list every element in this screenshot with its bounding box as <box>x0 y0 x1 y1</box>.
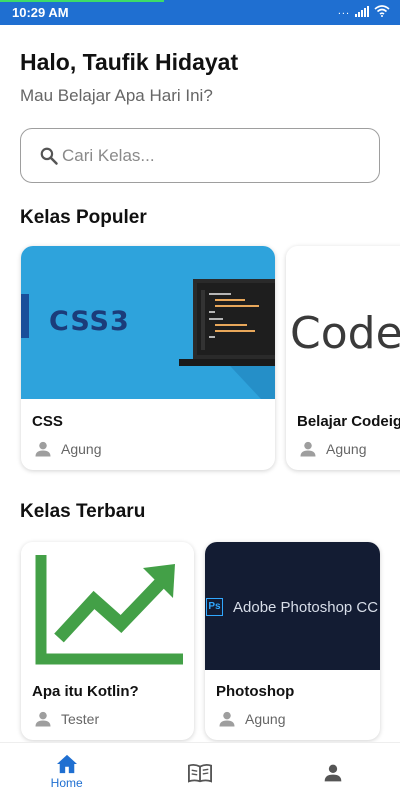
home-icon <box>56 754 77 774</box>
course-card-css[interactable]: CSS3 CSS Agung <box>21 246 275 470</box>
course-author: Agung <box>218 710 285 728</box>
nav-item-classes[interactable] <box>133 743 266 800</box>
growth-chart-icon <box>35 555 183 665</box>
course-author-name: Tester <box>61 711 100 727</box>
course-title: CSS <box>32 413 63 430</box>
search-box[interactable] <box>20 128 380 183</box>
person-icon <box>300 441 316 457</box>
loading-indicator <box>0 0 164 2</box>
greeting-title: Halo, Taufik Hidayat <box>20 49 239 75</box>
course-thumbnail-text: Adobe Photoshop CC <box>233 599 379 616</box>
section-title-newest: Kelas Terbaru <box>20 501 146 522</box>
course-thumbnail-text: Code <box>290 308 400 359</box>
photoshop-logo-icon: Ps <box>206 598 223 616</box>
book-icon <box>187 763 212 783</box>
course-card-kotlin[interactable]: Apa itu Kotlin? Tester <box>21 542 194 740</box>
nav-home-label: Home <box>50 776 83 790</box>
course-card-codeigniter[interactable]: Code Belajar Codeigniter Agung <box>286 246 400 470</box>
course-thumbnail-css: CSS3 <box>21 246 275 399</box>
person-icon <box>219 711 235 727</box>
course-title: Photoshop <box>216 683 295 700</box>
profile-icon <box>324 764 342 782</box>
section-title-popular: Kelas Populer <box>20 207 147 228</box>
nav-item-home[interactable]: Home <box>0 743 133 800</box>
course-card-photoshop[interactable]: Ps Adobe Photoshop CC Photoshop Agung <box>205 542 380 740</box>
search-input[interactable] <box>62 145 342 166</box>
course-author: Agung <box>34 440 101 458</box>
course-title: Belajar Codeigniter <box>297 413 400 430</box>
status-icons: ... <box>338 5 390 17</box>
app-screen: 10:29 AM ... Halo, Taufik Hidayat Mau Be… <box>0 0 400 800</box>
status-dots: ... <box>337 5 350 17</box>
course-author: Tester <box>34 710 99 728</box>
course-thumbnail-codeigniter: Code <box>286 246 400 399</box>
course-author-name: Agung <box>326 441 367 457</box>
course-thumbnail-photoshop: Ps Adobe Photoshop CC <box>205 542 380 670</box>
course-author-name: Agung <box>245 711 286 727</box>
search-icon <box>40 147 58 165</box>
bottom-navigation: Home <box>0 742 400 800</box>
greeting-subtitle: Mau Belajar Apa Hari Ini? <box>20 86 213 105</box>
nav-item-profile[interactable] <box>267 743 400 800</box>
status-bar: 10:29 AM ... <box>0 0 400 25</box>
course-thumbnail-kotlin <box>21 542 194 670</box>
signal-icon <box>355 5 369 17</box>
course-title: Apa itu Kotlin? <box>32 683 139 700</box>
course-author-name: Agung <box>61 441 102 457</box>
wifi-icon <box>374 5 390 17</box>
course-author: Agung <box>299 440 366 458</box>
course-thumbnail-text: CSS3 <box>49 306 130 337</box>
status-time: 10:29 AM <box>12 5 69 20</box>
person-icon <box>35 711 51 727</box>
person-icon <box>35 441 51 457</box>
